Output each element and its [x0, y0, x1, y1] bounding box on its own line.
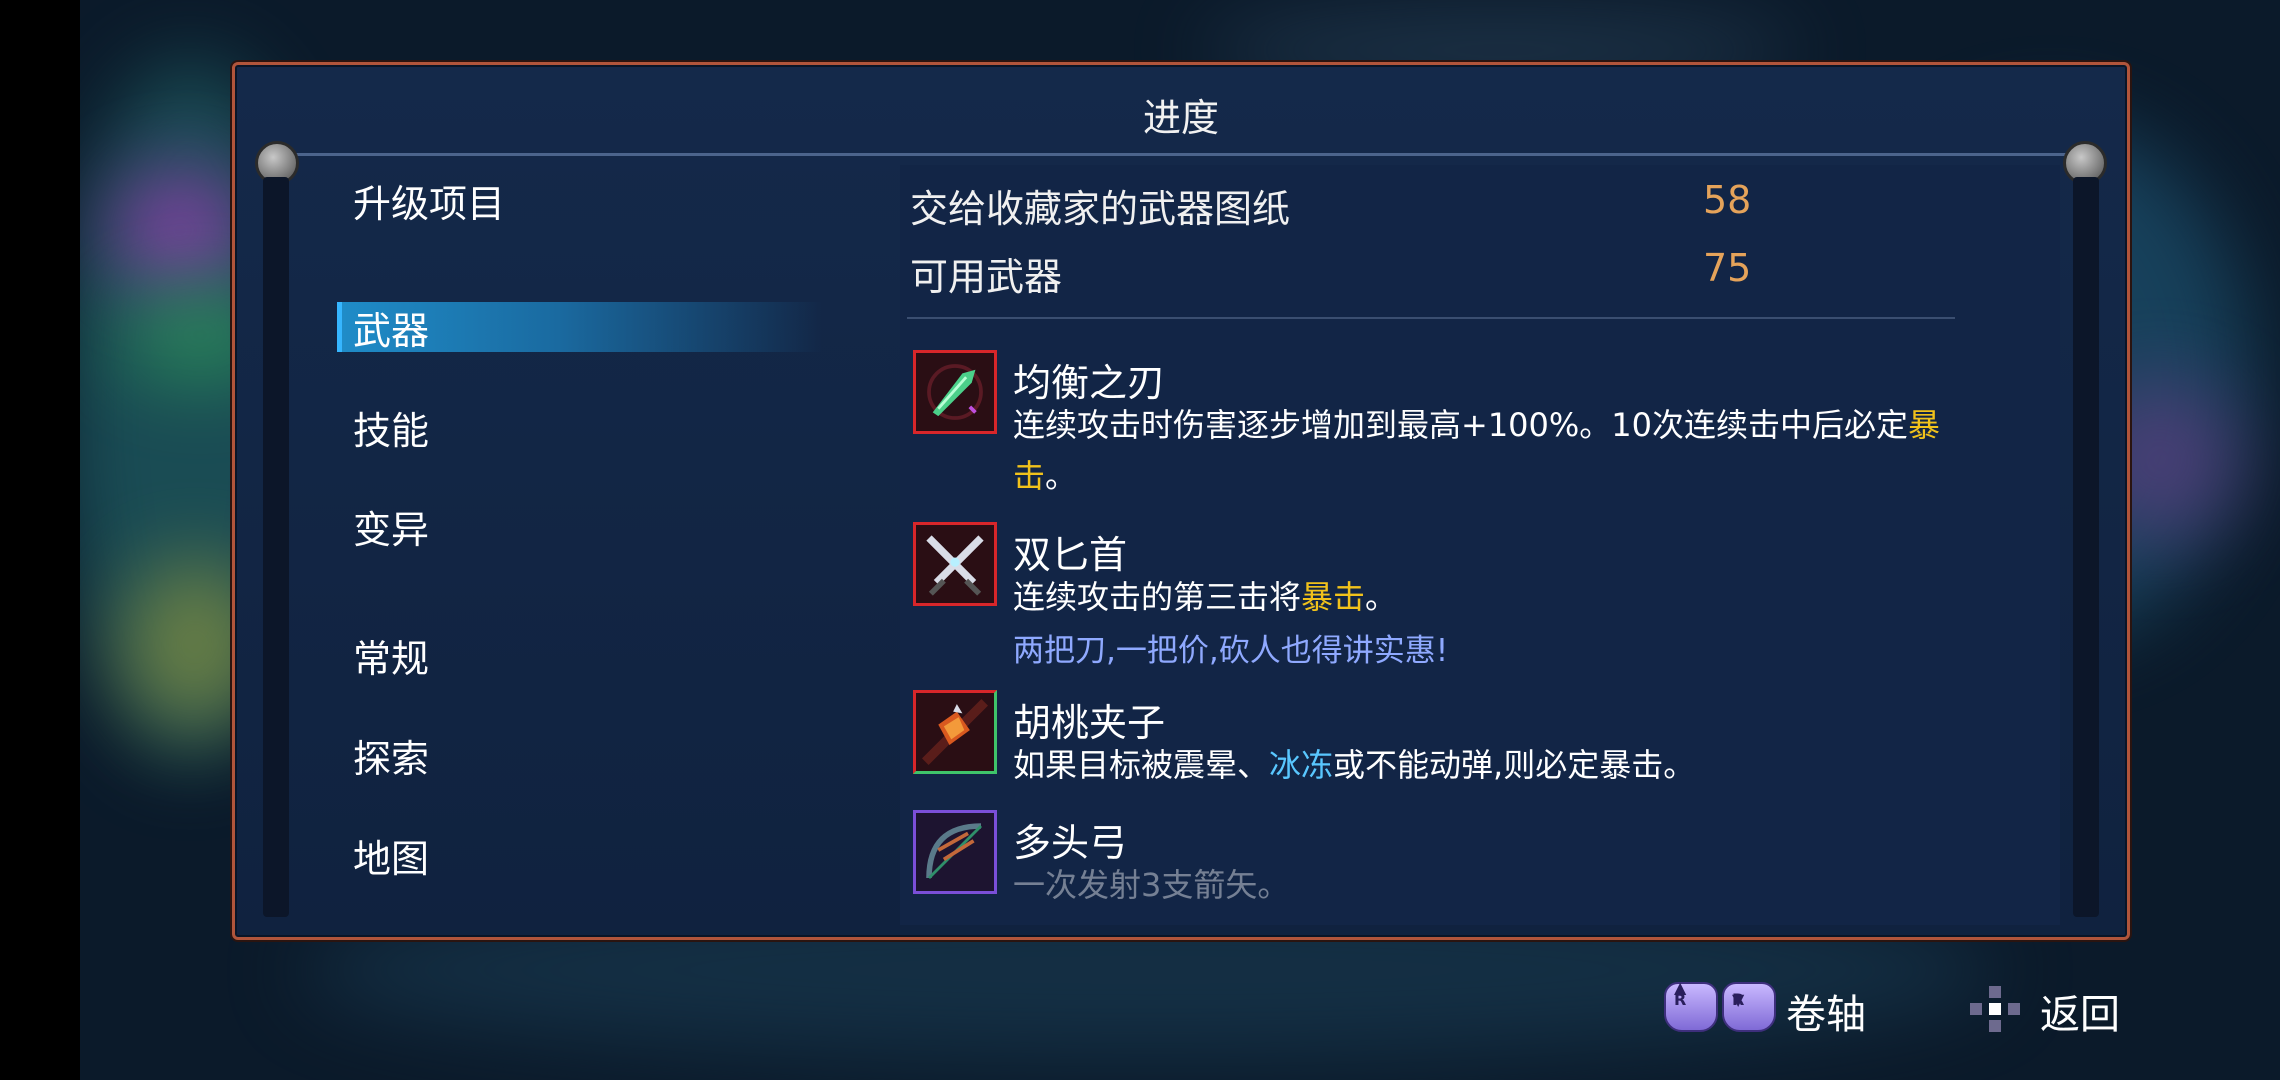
- nutcracker-icon: [913, 690, 997, 774]
- panel-rail-left: [263, 177, 289, 917]
- keyword-freeze: 冰冻: [1269, 746, 1334, 784]
- weapon-description-text: 。: [1045, 457, 1078, 495]
- menu-item-exploration[interactable]: 探索: [353, 728, 429, 783]
- arrow-up-icon: ▲: [1674, 978, 1687, 997]
- weapon-description-text: 。: [1365, 578, 1398, 616]
- weapon-description-text: 连续攻击的第三击将: [1013, 578, 1302, 616]
- panel-rail-right: [2073, 177, 2099, 917]
- weapon-name: 双匕首: [1013, 533, 1128, 577]
- keyword-crit: 暴击: [1301, 578, 1366, 616]
- menu-item-skills[interactable]: 技能: [353, 400, 429, 455]
- green-blade-icon: [913, 350, 997, 434]
- stats-divider: [907, 317, 1955, 319]
- screen-edge: [0, 0, 80, 1080]
- weapon-entry[interactable]: 均衡之刃 连续攻击时伤害逐步增加到最高+100%。10次连续击中后必定暴击。: [913, 350, 1963, 500]
- menu-item-upgrades[interactable]: 升级项目: [353, 173, 505, 228]
- stat-label-blueprints: 交给收藏家的武器图纸: [910, 187, 1291, 231]
- weapon-name: 胡桃夹子: [1013, 701, 1166, 745]
- weapon-entry[interactable]: 多头弓 一次发射3支箭矢。: [913, 810, 1963, 910]
- weapon-description: 一次发射3支箭矢。: [1013, 866, 1290, 904]
- arrow-down-icon: ▼: [1732, 990, 1745, 1009]
- scroll-label[interactable]: 卷轴: [1786, 982, 1866, 1040]
- panel-title: 进度: [1142, 96, 1219, 140]
- stat-value-available-weapons: 75: [1703, 246, 1752, 290]
- stat-label-available-weapons: 可用武器: [910, 255, 1063, 299]
- twin-daggers-icon: [913, 522, 997, 606]
- menu-item-general[interactable]: 常规: [353, 628, 429, 683]
- game-screen: 进度 升级项目 武器 技能 变异 常规 探索 地图 交给收藏家的武器图纸 58 …: [0, 0, 2280, 1080]
- weapon-entry[interactable]: 双匕首 连续攻击的第三击将暴击。 两把刀,一把价,砍人也得讲实惠!: [913, 522, 1963, 672]
- weapon-description-text: 连续攻击时伤害逐步增加到最高+100%。10次连续击中后必定: [1013, 406, 1909, 444]
- menu-item-mutations[interactable]: 变异: [353, 499, 429, 554]
- stat-value-blueprints: 58: [1703, 178, 1752, 222]
- weapon-entry[interactable]: 胡桃夹子 如果目标被震晕、冰冻或不能动弹,则必定暴击。: [913, 690, 1963, 790]
- title-divider: [279, 153, 2083, 156]
- weapon-name: 均衡之刃: [1013, 361, 1166, 405]
- back-label[interactable]: 返回: [2040, 982, 2120, 1040]
- weapon-name: 多头弓: [1013, 821, 1128, 865]
- background-blur: [110, 170, 250, 290]
- weapon-description: 连续攻击时伤害逐步增加到最高+100%。10次连续击中后必定暴击。: [1013, 400, 1973, 502]
- scroll-up-button-icon[interactable]: R ▲: [1664, 978, 1718, 1032]
- weapon-description-text: 或不能动弹,则必定暴击。: [1333, 746, 1696, 784]
- multi-bow-icon: [913, 810, 997, 894]
- weapon-description: 如果目标被震晕、冰冻或不能动弹,则必定暴击。: [1013, 740, 1973, 791]
- dpad-icon[interactable]: [1970, 986, 2020, 1032]
- menu-item-weapons[interactable]: 武器: [353, 300, 429, 355]
- scroll-down-button-icon[interactable]: R ▼: [1722, 982, 1776, 1032]
- menu-item-map[interactable]: 地图: [353, 828, 429, 883]
- weapon-description: 连续攻击的第三击将暴击。: [1013, 572, 1973, 623]
- weapon-description-text: 如果目标被震晕、: [1013, 746, 1270, 784]
- weapon-flavor-text: 两把刀,一把价,砍人也得讲实惠!: [1013, 633, 1449, 669]
